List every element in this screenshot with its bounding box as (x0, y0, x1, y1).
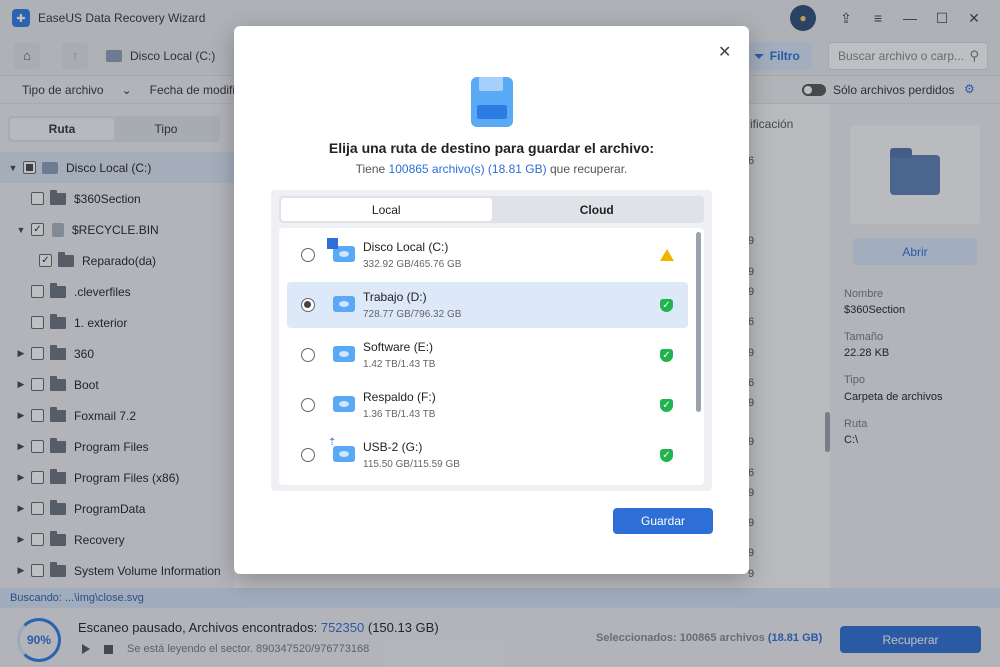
drive-radio[interactable] (301, 298, 315, 312)
drive-size: 115.50 GB/115.59 GB (363, 459, 460, 470)
subtitle-prefix: Tiene (355, 162, 386, 176)
hard-drive-icon (333, 296, 355, 312)
drive-radio[interactable] (301, 398, 315, 412)
destination-panel: Local Cloud Disco Local (C:) 332.92 GB/4… (271, 190, 712, 491)
drive-size: 332.92 GB/465.76 GB (363, 259, 462, 270)
subtitle-count: 100865 archivo(s) (18.81 GB) (388, 162, 547, 176)
drive-list-scrollbar[interactable] (696, 232, 701, 412)
drive-list: Disco Local (C:) 332.92 GB/465.76 GB Tra… (279, 228, 704, 485)
save-button[interactable]: Guardar (613, 508, 713, 534)
destination-tabs: Local Cloud (279, 196, 704, 223)
drive-row-d[interactable]: Trabajo (D:) 728.77 GB/796.32 GB ✓ (287, 282, 688, 328)
subtitle-suffix: que recuperar. (549, 162, 628, 176)
shield-check-icon: ✓ (660, 349, 673, 362)
drive-row-f[interactable]: Respaldo (F:) 1.36 TB/1.43 TB ✓ (287, 382, 688, 428)
shield-check-icon: ✓ (660, 399, 673, 412)
drive-name: Respaldo (F:) (363, 390, 436, 404)
usb-drive-icon: ⇡ (328, 437, 355, 462)
tab-cloud[interactable]: Cloud (492, 198, 703, 221)
drive-row-e[interactable]: Software (E:) 1.42 TB/1.43 TB ✓ (287, 332, 688, 378)
drive-size: 1.42 TB/1.43 TB (363, 359, 436, 370)
drive-row-g[interactable]: ⇡ USB-2 (G:) 115.50 GB/115.59 GB ✓ (287, 432, 688, 478)
hard-drive-icon (333, 346, 355, 362)
hard-drive-icon (333, 396, 355, 412)
drive-size: 728.77 GB/796.32 GB (363, 309, 462, 320)
drive-name: Software (E:) (363, 340, 434, 354)
windows-icon (327, 238, 338, 249)
dialog-subtitle: Tiene 100865 archivo(s) (18.81 GB) que r… (234, 162, 749, 176)
drive-radio[interactable] (301, 348, 315, 362)
close-icon[interactable]: ✕ (718, 42, 731, 62)
drive-name: Disco Local (C:) (363, 240, 449, 254)
drive-name: USB-2 (G:) (363, 440, 423, 454)
save-disk-icon (471, 77, 513, 127)
hard-drive-icon (327, 238, 355, 262)
shield-check-icon: ✓ (660, 449, 673, 462)
shield-check-icon: ✓ (660, 299, 673, 312)
tab-local[interactable]: Local (281, 198, 492, 221)
drive-name: Trabajo (D:) (363, 290, 427, 304)
usb-icon: ⇡ (328, 437, 337, 448)
save-destination-dialog: ✕ Elija una ruta de destino para guardar… (234, 26, 749, 574)
drive-radio[interactable] (301, 248, 315, 262)
drive-size: 1.36 TB/1.43 TB (363, 409, 436, 420)
warning-icon (660, 249, 674, 261)
drive-radio[interactable] (301, 448, 315, 462)
drive-row-c[interactable]: Disco Local (C:) 332.92 GB/465.76 GB (287, 232, 688, 278)
dialog-title: Elija una ruta de destino para guardar e… (328, 140, 655, 156)
